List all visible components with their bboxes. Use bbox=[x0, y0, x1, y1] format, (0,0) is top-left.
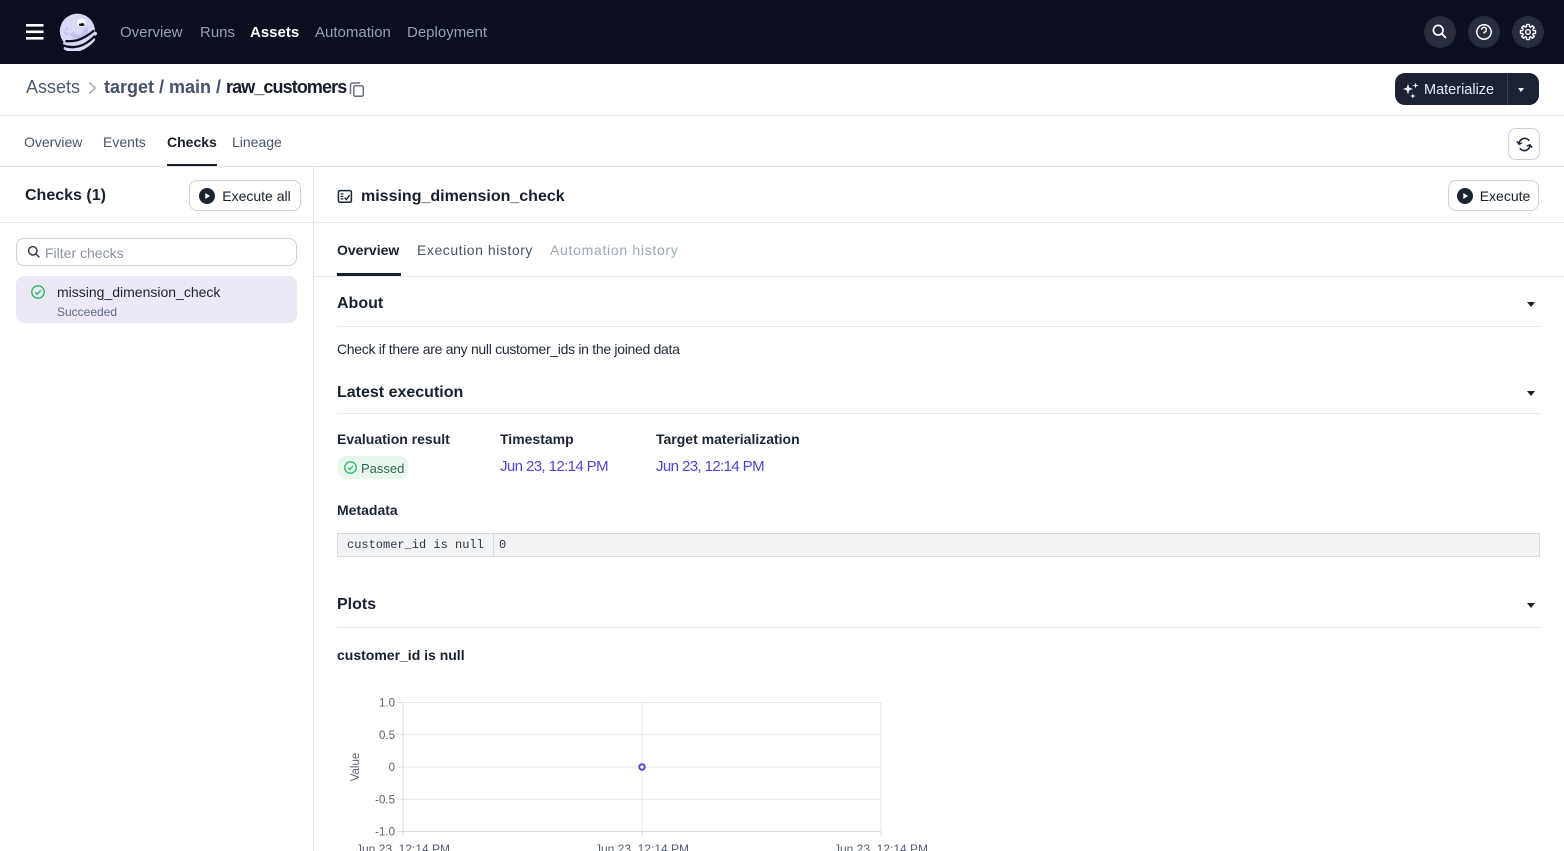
svg-text:0: 0 bbox=[389, 762, 395, 774]
svg-text:-0.5: -0.5 bbox=[375, 794, 395, 806]
svg-text:-1.0: -1.0 bbox=[375, 827, 395, 839]
svg-text:0.5: 0.5 bbox=[379, 730, 395, 742]
svg-text:Jun 23, 12:14 PM: Jun 23, 12:14 PM bbox=[356, 842, 450, 851]
svg-text:Jun 23, 12:14 PM: Jun 23, 12:14 PM bbox=[834, 842, 928, 851]
svg-text:1.0: 1.0 bbox=[379, 698, 395, 710]
svg-text:Value: Value bbox=[350, 753, 362, 782]
svg-text:Jun 23, 12:14 PM: Jun 23, 12:14 PM bbox=[595, 842, 689, 851]
